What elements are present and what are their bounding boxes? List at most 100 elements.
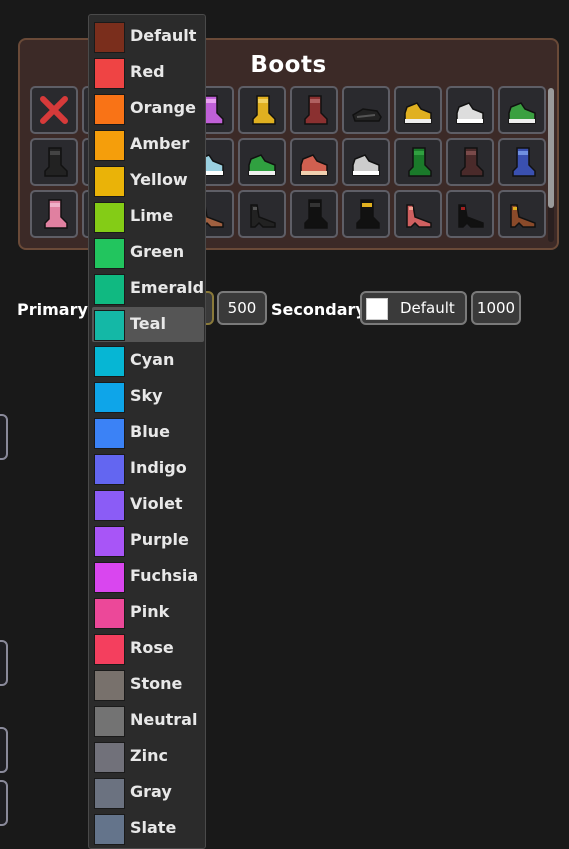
color-swatch — [94, 166, 125, 197]
color-option-label: Teal — [130, 314, 166, 333]
color-swatch — [94, 454, 125, 485]
color-option-cyan[interactable]: Cyan — [92, 343, 204, 378]
item-slot[interactable] — [498, 190, 546, 238]
boot-icon — [304, 199, 328, 229]
color-swatch — [94, 418, 125, 449]
heel-icon — [250, 204, 276, 228]
color-swatch — [94, 382, 125, 413]
item-slot[interactable] — [446, 86, 494, 134]
color-option-indigo[interactable]: Indigo — [92, 451, 204, 486]
color-option-pink[interactable]: Pink — [92, 595, 204, 630]
color-option-rose[interactable]: Rose — [92, 631, 204, 666]
item-slot[interactable] — [342, 86, 390, 134]
grid-scrollbar[interactable] — [548, 88, 554, 242]
color-swatch — [94, 202, 125, 233]
color-option-zinc[interactable]: Zinc — [92, 739, 204, 774]
color-option-slate[interactable]: Slate — [92, 811, 204, 846]
item-slot[interactable] — [30, 86, 78, 134]
color-option-neutral[interactable]: Neutral — [92, 703, 204, 738]
boot-icon — [44, 199, 68, 229]
item-slot[interactable] — [342, 190, 390, 238]
color-option-label: Default — [130, 26, 197, 45]
boot-icon — [408, 147, 432, 177]
sneaker-icon — [248, 154, 276, 176]
item-slot[interactable] — [394, 190, 442, 238]
item-slot[interactable] — [394, 86, 442, 134]
color-option-teal[interactable]: Teal — [92, 307, 204, 342]
color-swatch — [94, 94, 125, 125]
item-slot[interactable] — [342, 138, 390, 186]
sneaker-icon — [508, 102, 536, 124]
item-slot[interactable] — [446, 190, 494, 238]
shoe-icon — [352, 108, 382, 122]
color-option-sky[interactable]: Sky — [92, 379, 204, 414]
color-option-label: Lime — [130, 206, 174, 225]
color-swatch — [94, 130, 125, 161]
color-option-label: Pink — [130, 602, 170, 621]
color-option-label: Cyan — [130, 350, 175, 369]
color-option-fuchsia[interactable]: Fuchsia — [92, 559, 204, 594]
item-slot[interactable] — [290, 86, 338, 134]
item-slot[interactable] — [238, 190, 286, 238]
item-slot[interactable] — [290, 190, 338, 238]
boot-icon — [460, 147, 484, 177]
side-tab[interactable] — [0, 727, 8, 773]
color-option-label: Fuchsia — [130, 566, 199, 585]
color-option-violet[interactable]: Violet — [92, 487, 204, 522]
sneaker-icon — [456, 102, 484, 124]
color-option-green[interactable]: Green — [92, 235, 204, 270]
color-swatch — [94, 670, 125, 701]
side-tab[interactable] — [0, 780, 8, 826]
color-swatch — [94, 58, 125, 89]
item-slot[interactable] — [446, 138, 494, 186]
color-option-label: Gray — [130, 782, 172, 801]
color-option-label: Amber — [130, 134, 190, 153]
color-option-label: Slate — [130, 818, 177, 837]
secondary-swatch — [366, 298, 388, 320]
color-option-purple[interactable]: Purple — [92, 523, 204, 558]
color-option-orange[interactable]: Orange — [92, 91, 204, 126]
boot-icon — [512, 147, 536, 177]
color-option-label: Red — [130, 62, 165, 81]
boot-icon — [356, 199, 380, 229]
side-tab[interactable] — [0, 414, 8, 460]
item-slot[interactable] — [30, 138, 78, 186]
sneaker-icon — [352, 154, 380, 176]
color-swatch — [94, 490, 125, 521]
color-swatch — [94, 526, 125, 557]
color-option-label: Zinc — [130, 746, 168, 765]
scroll-thumb[interactable] — [548, 88, 554, 208]
color-swatch — [94, 778, 125, 809]
item-slot[interactable] — [30, 190, 78, 238]
color-option-amber[interactable]: Amber — [92, 127, 204, 162]
secondary-label: Secondary: — [271, 300, 373, 319]
color-option-label: Violet — [130, 494, 183, 513]
color-option-yellow[interactable]: Yellow — [92, 163, 204, 198]
color-option-lime[interactable]: Lime — [92, 199, 204, 234]
item-slot[interactable] — [498, 86, 546, 134]
item-slot[interactable] — [290, 138, 338, 186]
color-swatch — [94, 22, 125, 53]
color-option-default[interactable]: Default — [92, 19, 204, 54]
item-slot[interactable] — [394, 138, 442, 186]
color-option-emerald[interactable]: Emerald — [92, 271, 204, 306]
color-option-label: Neutral — [130, 710, 198, 729]
secondary-color-button[interactable]: Default — [360, 291, 467, 325]
side-tab[interactable] — [0, 640, 8, 686]
color-option-gray[interactable]: Gray — [92, 775, 204, 810]
primary-shade-button[interactable]: 500 — [217, 291, 267, 325]
color-dropdown[interactable]: Default Red Orange Amber Yellow Lime Green Emer… — [88, 14, 206, 849]
secondary-shade-button[interactable]: 1000 — [471, 291, 521, 325]
color-option-red[interactable]: Red — [92, 55, 204, 90]
color-swatch — [94, 562, 125, 593]
item-slot[interactable] — [238, 138, 286, 186]
color-option-label: Green — [130, 242, 185, 261]
color-option-stone[interactable]: Stone — [92, 667, 204, 702]
item-slot[interactable] — [238, 86, 286, 134]
heel-icon — [406, 204, 432, 228]
color-option-blue[interactable]: Blue — [92, 415, 204, 450]
color-swatch — [94, 814, 125, 845]
item-slot[interactable] — [498, 138, 546, 186]
boot-icon — [304, 95, 328, 125]
color-swatch — [94, 274, 125, 305]
